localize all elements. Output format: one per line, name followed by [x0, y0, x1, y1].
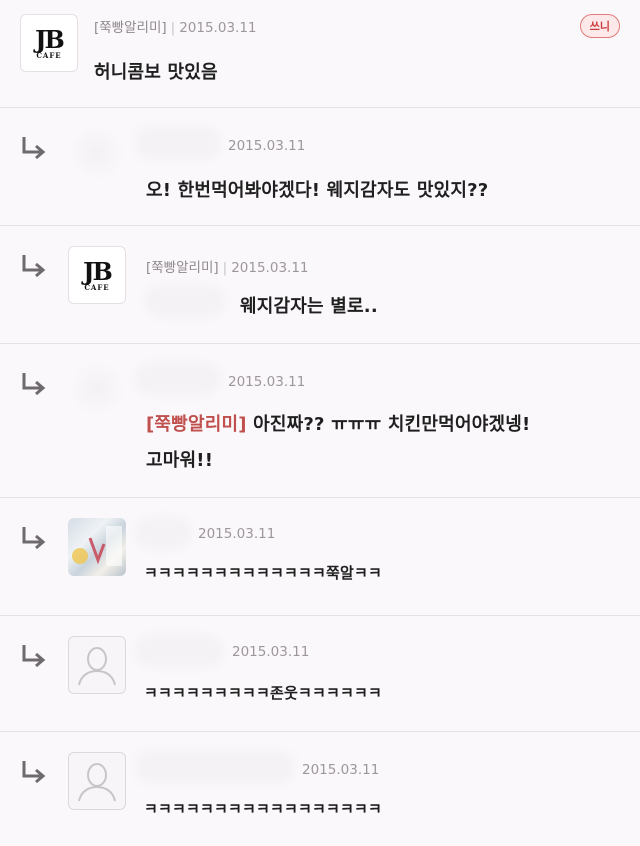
- avatar[interactable]: JB CAFE: [68, 246, 126, 304]
- reply-arrow-icon: [22, 255, 46, 278]
- comment-date: 2015.03.11: [232, 644, 310, 660]
- comment-nickname[interactable]: [쭉빵알리미]: [146, 260, 219, 276]
- reply-arrow-icon: [22, 137, 46, 160]
- reply-item: 2015.03.11 [쭉빵알리미] 아진짜?? ㅠㅠㅠ 치킨만먹어야겠넹! 고…: [0, 344, 640, 498]
- avatar[interactable]: JB CAFE: [20, 14, 78, 72]
- reply-item: JB CAFE [쭉빵알리미] | 2015.03.11 웨지감자는 별로..: [0, 226, 640, 344]
- reply-arrow-icon: [22, 761, 46, 784]
- blurred-nickname: [140, 640, 218, 662]
- comment-text: ㅋㅋㅋㅋㅋㅋㅋㅋㅋㅋㅋㅋㅋ쭉알ㅋㅋ: [144, 564, 383, 582]
- blurred-nickname: [140, 368, 216, 390]
- meta-divider: |: [222, 260, 228, 276]
- comment-date: 2015.03.11: [231, 260, 309, 276]
- reply-arrow-icon: [22, 645, 46, 668]
- avatar[interactable]: [68, 636, 126, 694]
- avatar[interactable]: [68, 752, 126, 810]
- person-silhouette-icon: [78, 763, 116, 802]
- blurred-nickname: [140, 756, 290, 778]
- comment-item: JB CAFE [쭉빵알리미] | 2015.03.11 쓰니 허니콤보 맛있음: [0, 0, 640, 108]
- comment-date: 2015.03.11: [198, 526, 276, 542]
- comment-nickname[interactable]: [쭉빵알리미]: [94, 20, 167, 36]
- jb-cafe-logo: JB CAFE: [35, 24, 65, 60]
- reply-item: 2015.03.11 ㅋㅋㅋㅋㅋㅋㅋㅋㅋ존웃ㅋㅋㅋㅋㅋㅋ: [0, 616, 640, 732]
- comment-text: 허니콤보 맛있음: [94, 62, 218, 83]
- photo-avatar-image: [72, 526, 122, 566]
- comment-text: 오! 한번먹어봐야겠다! 웨지감자도 맛있지??: [146, 180, 489, 201]
- blurred-text: [150, 290, 220, 312]
- person-silhouette-icon: [78, 647, 116, 686]
- comment-text: [쭉빵알리미] 아진짜?? ㅠㅠㅠ 치킨만먹어야겠넹!: [146, 410, 530, 436]
- comment-thread: JB CAFE [쭉빵알리미] | 2015.03.11 쓰니 허니콤보 맛있음 2…: [0, 0, 640, 846]
- jb-cafe-logo: JB CAFE: [83, 256, 113, 292]
- comment-date: 2015.03.11: [228, 138, 306, 154]
- comment-text-body: 아진짜?? ㅠㅠㅠ 치킨만먹어야겠넹!: [246, 414, 531, 435]
- mention-link[interactable]: [쭉빵알리미]: [146, 414, 247, 435]
- comment-date: 2015.03.11: [228, 374, 306, 390]
- comment-text-line2: 고마워!!: [146, 450, 214, 471]
- reply-item: 2015.03.11 ㅋㅋㅋㅋㅋㅋㅋㅋㅋㅋㅋㅋㅋ쭉알ㅋㅋ: [0, 498, 640, 616]
- avatar[interactable]: [68, 360, 126, 418]
- comment-meta: [쭉빵알리미] | 2015.03.11: [146, 256, 309, 276]
- avatar[interactable]: [68, 518, 126, 576]
- comment-date: 2015.03.11: [179, 20, 257, 36]
- reply-arrow-icon: [22, 373, 46, 396]
- reply-arrow-icon: [22, 527, 46, 550]
- comment-meta: [쭉빵알리미] | 2015.03.11: [94, 16, 257, 36]
- meta-divider: |: [170, 20, 176, 36]
- blurred-nickname: [140, 132, 216, 154]
- comment-text: ㅋㅋㅋㅋㅋㅋㅋㅋㅋ존웃ㅋㅋㅋㅋㅋㅋ: [144, 684, 383, 702]
- author-badge: 쓰니: [579, 14, 620, 38]
- comment-text: ㅋㅋㅋㅋㅋㅋㅋㅋㅋㅋㅋㅋㅋㅋㅋㅋㅋ: [144, 800, 383, 818]
- comment-text: 웨지감자는 별로..: [240, 296, 378, 317]
- avatar[interactable]: [68, 124, 126, 182]
- reply-item: 2015.03.11 ㅋㅋㅋㅋㅋㅋㅋㅋㅋㅋㅋㅋㅋㅋㅋㅋㅋ: [0, 732, 640, 846]
- reply-item: 2015.03.11 오! 한번먹어봐야겠다! 웨지감자도 맛있지??: [0, 108, 640, 226]
- comment-date: 2015.03.11: [302, 762, 380, 778]
- blurred-nickname: [140, 522, 186, 544]
